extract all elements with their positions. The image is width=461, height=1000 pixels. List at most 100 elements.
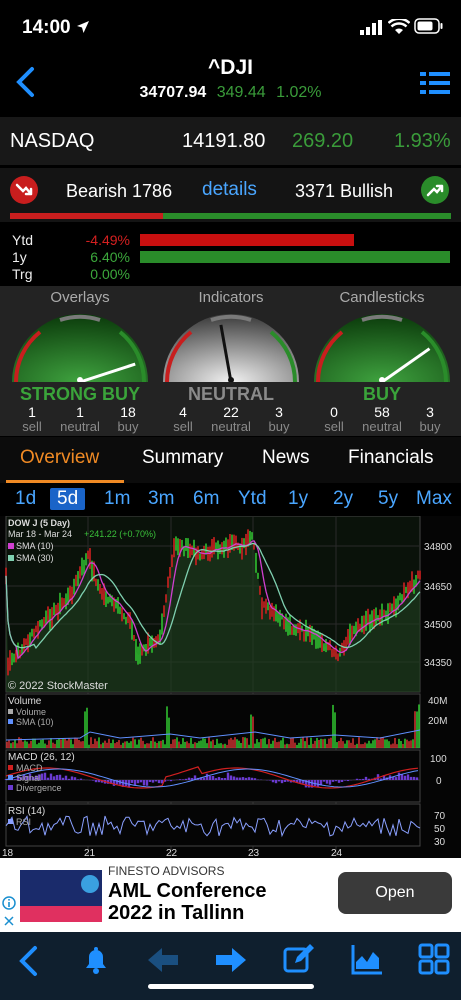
status-time: 14:00 bbox=[22, 17, 71, 38]
chart-copyright: © 2022 StockMaster bbox=[8, 680, 108, 692]
macd-legend-macd: MACD bbox=[16, 763, 43, 773]
tab-summary[interactable]: Summary bbox=[142, 447, 223, 469]
macd-tick: 100 bbox=[430, 754, 447, 765]
period-1d[interactable]: 1d bbox=[15, 488, 36, 510]
bullish-count: 3371 Bullish bbox=[295, 181, 394, 201]
gauge-count: 18 bbox=[120, 404, 136, 420]
rsi-tick: 50 bbox=[434, 824, 446, 835]
details-link[interactable]: details bbox=[202, 179, 257, 201]
back-icon[interactable] bbox=[16, 944, 42, 978]
index-name: NASDAQ bbox=[10, 130, 95, 152]
tab-financials[interactable]: Financials bbox=[348, 447, 434, 469]
gauge-count: 1 bbox=[76, 404, 84, 420]
gauge-count: 1 bbox=[28, 404, 36, 420]
volume-tick: 20M bbox=[428, 716, 447, 727]
rsi-legend: RSI bbox=[16, 817, 31, 827]
perf-bar bbox=[140, 251, 450, 263]
period-6m[interactable]: 6m bbox=[193, 488, 219, 510]
volume-legend-sma: SMA (10) bbox=[16, 717, 54, 727]
period-max[interactable]: Max bbox=[416, 488, 452, 510]
period-5d[interactable]: 5d bbox=[50, 488, 86, 510]
price-line: 34707.94 349.44 1.02% bbox=[0, 84, 461, 102]
price-tick: 34650 bbox=[424, 582, 452, 593]
grid-icon[interactable] bbox=[418, 942, 450, 976]
period-1m[interactable]: 1m bbox=[104, 488, 130, 510]
period-2y[interactable]: 2y bbox=[333, 488, 353, 510]
tab-active-indicator bbox=[6, 480, 124, 483]
gauge-count: 22 bbox=[223, 404, 239, 420]
index-value: 14191.80 bbox=[182, 130, 266, 152]
sentiment-bar-bearish bbox=[10, 213, 163, 219]
gauge-count: 3 bbox=[275, 404, 283, 420]
gauge-count-label: neutral bbox=[362, 419, 402, 434]
price-tick: 34800 bbox=[424, 542, 452, 553]
x-axis-label: 21 bbox=[84, 848, 96, 858]
perf-label: Ytd bbox=[12, 232, 34, 248]
ad-open-button[interactable]: Open bbox=[338, 872, 452, 914]
wifi-icon bbox=[388, 19, 410, 34]
gauge-count: 0 bbox=[330, 404, 338, 420]
home-indicator bbox=[148, 984, 314, 989]
gauge-2[interactable]: Candlesticks BUY 0 sell 58 neutral 3 buy bbox=[312, 286, 452, 436]
ad-thumbnail bbox=[20, 870, 102, 922]
period-5y[interactable]: 5y bbox=[378, 488, 398, 510]
volume-title: Volume bbox=[8, 696, 42, 707]
bullish-trend-icon bbox=[421, 176, 449, 204]
volume-legend-volume: Volume bbox=[16, 707, 46, 717]
gauge-dial bbox=[163, 314, 299, 382]
gauge-panel: Overlays STRONG BUY 1 sell 1 neutral 18 buy Indi… bbox=[0, 286, 461, 436]
signal-icon bbox=[360, 20, 382, 35]
tab-bar: Overview Summary News Financials bbox=[0, 437, 461, 483]
perf-value: 6.40% bbox=[90, 249, 130, 265]
ad-source: FINESTO ADVISORS bbox=[108, 864, 225, 878]
ad-close-icon[interactable] bbox=[2, 914, 16, 928]
index-row-nasdaq[interactable]: NASDAQ 14191.80 269.20 1.93% bbox=[0, 117, 461, 165]
bottom-toolbar bbox=[0, 932, 461, 1000]
performance-panel: Ytd -4.49% 1y 6.40% Trg 0.00% bbox=[0, 226, 461, 286]
chart-icon[interactable] bbox=[350, 942, 384, 976]
gauge-1[interactable]: Indicators NEUTRAL 4 sell 22 neutral 3 buy bbox=[161, 286, 301, 436]
gauge-count-label: buy bbox=[268, 419, 290, 434]
ad-title-line1: AML Conference bbox=[108, 880, 267, 902]
gauge-count-label: neutral bbox=[211, 419, 251, 434]
perf-label: Trg bbox=[12, 266, 33, 282]
edit-icon[interactable] bbox=[282, 942, 316, 976]
current-price: 34707.94 bbox=[139, 84, 207, 101]
period-1y[interactable]: 1y bbox=[288, 488, 308, 510]
gauge-signal: STRONG BUY bbox=[19, 384, 140, 404]
gauge-signal: NEUTRAL bbox=[188, 384, 274, 404]
rsi-tick: 70 bbox=[434, 811, 446, 822]
arrow-right-icon[interactable] bbox=[214, 944, 248, 976]
gauge-count-label: sell bbox=[22, 419, 42, 434]
gauge-count-label: neutral bbox=[60, 419, 100, 434]
macd-tick: 0 bbox=[436, 776, 442, 787]
gauge-count: 4 bbox=[179, 404, 187, 420]
rsi-tick: 30 bbox=[434, 837, 446, 848]
chart-change: +241.22 (+0.70%) bbox=[84, 529, 156, 539]
gauge-count: 3 bbox=[426, 404, 434, 420]
x-axis-label: 23 bbox=[248, 848, 260, 858]
x-axis-label: 22 bbox=[166, 848, 178, 858]
x-axis-label: 24 bbox=[331, 848, 343, 858]
ad-info-icon[interactable] bbox=[2, 896, 16, 910]
period-3m[interactable]: 3m bbox=[148, 488, 174, 510]
gauge-dial bbox=[314, 314, 450, 382]
price-tick: 34500 bbox=[424, 620, 452, 631]
macd-title: MACD (26, 12) bbox=[8, 752, 75, 763]
tab-overview[interactable]: Overview bbox=[20, 447, 99, 469]
stock-chart[interactable]: DOW J (5 Day) Mar 18 - Mar 24 +241.22 (+0.… bbox=[0, 515, 461, 859]
tab-news[interactable]: News bbox=[262, 447, 310, 469]
period-ytd[interactable]: Ytd bbox=[238, 488, 267, 510]
chart-title: DOW J (5 Day) bbox=[8, 518, 70, 528]
ad-banner[interactable]: FINESTO ADVISORS AML Conference 2022 in … bbox=[0, 858, 461, 932]
period-selector: 1d 5d 1m 3m 6m Ytd 1y 2y 5y Max bbox=[0, 484, 461, 518]
bearish-count: Bearish 1786 bbox=[66, 181, 173, 201]
gauge-title: Candlesticks bbox=[339, 289, 425, 306]
sentiment-bar bbox=[10, 213, 451, 219]
gauge-0[interactable]: Overlays STRONG BUY 1 sell 1 neutral 18 buy bbox=[10, 286, 150, 436]
gauge-count-label: sell bbox=[324, 419, 344, 434]
arrow-left-icon[interactable] bbox=[146, 944, 180, 976]
gauge-count-label: buy bbox=[419, 419, 441, 434]
bell-icon[interactable] bbox=[80, 944, 112, 976]
gauge-count: 58 bbox=[374, 404, 390, 420]
